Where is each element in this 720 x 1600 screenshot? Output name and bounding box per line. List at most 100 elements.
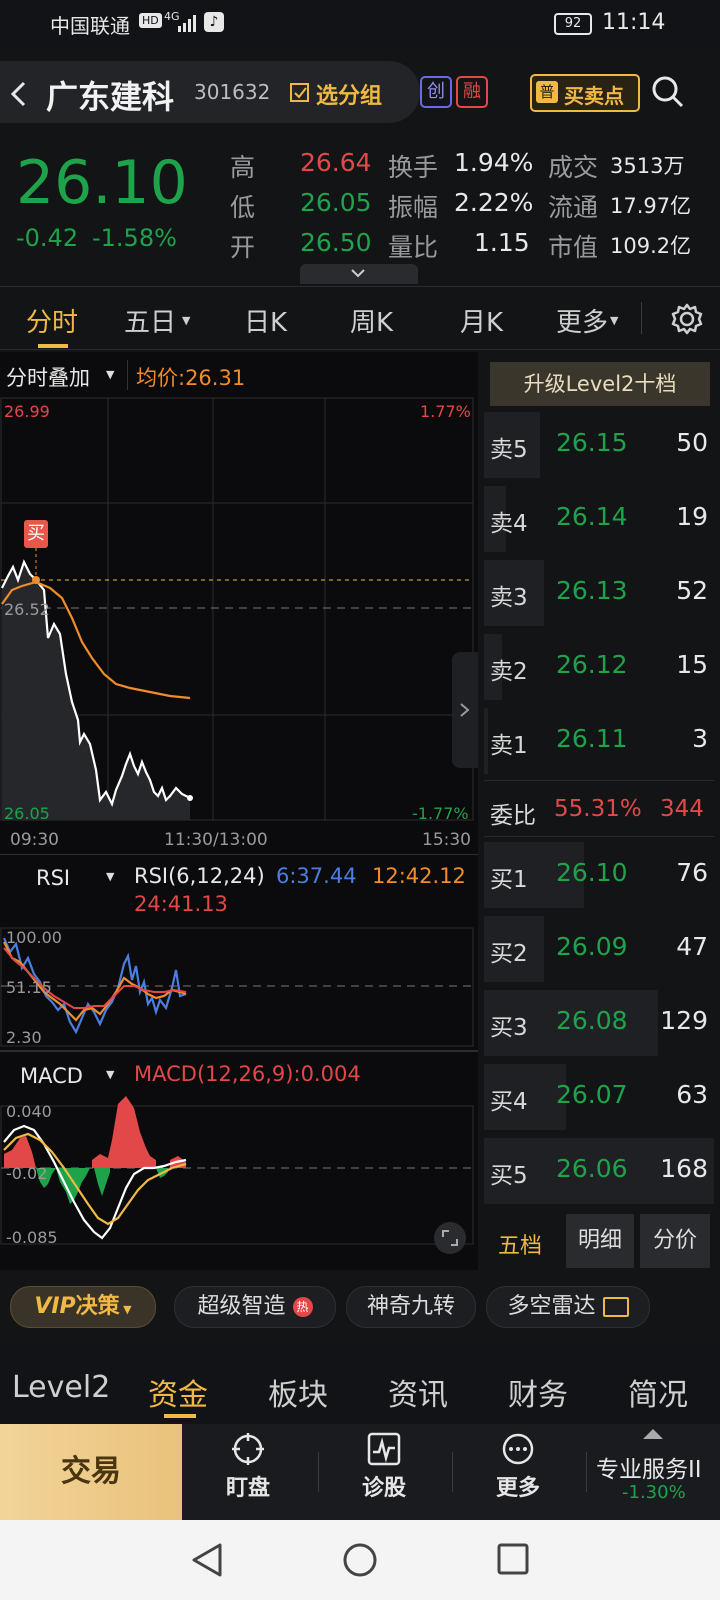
- buy-marker[interactable]: 买: [24, 520, 48, 548]
- tab-month-k[interactable]: 月K: [460, 302, 503, 339]
- open-value: 26.50: [300, 228, 372, 257]
- macd-y-mid: -0.02: [6, 1164, 48, 1183]
- hot-icon: 热: [292, 1297, 313, 1317]
- sell-row-1: 卖1 26.11 3: [484, 708, 714, 774]
- more-button[interactable]: 更多: [482, 1432, 554, 1502]
- caret-down-icon: ▼: [106, 368, 115, 381]
- stock-header: 广东建科 301632 选分组 创 融 普 买卖点: [0, 56, 720, 128]
- divider: [484, 836, 714, 837]
- mktcap-label: 市值: [548, 233, 599, 262]
- deal-value: 3513万: [610, 154, 685, 178]
- vol-ratio-label: 量比: [388, 233, 439, 262]
- mktcap-value: 109.2亿: [610, 234, 692, 258]
- trade-button[interactable]: 交易: [0, 1424, 182, 1520]
- y-top-label: 26.99: [4, 402, 50, 421]
- rsi-y-mid: 51.15: [6, 978, 52, 997]
- decision-label: 决策: [75, 1294, 120, 1319]
- watch-label: 盯盘: [225, 1476, 270, 1501]
- buy-sell-point-button[interactable]: 普 买卖点: [530, 74, 640, 112]
- sell-price: 26.11: [556, 724, 628, 753]
- tab-level2[interactable]: Level2: [12, 1370, 110, 1405]
- buy-row-3: 买3 26.08 129: [484, 990, 714, 1056]
- open-label: 开: [230, 233, 256, 262]
- select-group-button[interactable]: 选分组: [316, 78, 382, 110]
- divider: [0, 1050, 478, 1052]
- order-ratio-pct: 55.31%: [554, 796, 642, 822]
- sell-volume: 19: [676, 502, 708, 531]
- pro-service-change: -1.30%: [622, 1482, 686, 1503]
- bull-bear-radar-chip[interactable]: 多空雷达: [486, 1286, 650, 1328]
- float-value: 17.97亿: [610, 194, 692, 218]
- tab-week-k[interactable]: 周K: [350, 302, 393, 339]
- current-price: 26.10: [16, 148, 188, 218]
- order-ratio-label: 委比: [490, 803, 536, 829]
- tab-sector[interactable]: 板块: [268, 1370, 328, 1414]
- settings-gear-icon[interactable]: [670, 302, 704, 336]
- period-tabs: 分时 五日 ▼ 日K 周K 月K 更多 ▼: [0, 286, 720, 350]
- fullscreen-button[interactable]: [434, 1222, 466, 1254]
- feature-chips: VIP决策 ▼ 超级智造 热 神奇九转 多空雷达: [0, 1272, 720, 1342]
- rsi-params: RSI(6,12,24): [134, 864, 265, 888]
- rsi-y-top: 100.00: [6, 928, 62, 947]
- tab-five-levels[interactable]: 五档: [498, 1228, 542, 1260]
- price-change-pct: -1.58%: [92, 224, 177, 252]
- tab-finance[interactable]: 财务: [508, 1370, 568, 1414]
- home-circle-icon[interactable]: [342, 1542, 378, 1578]
- rsi6-value: 6:37.44: [276, 864, 357, 888]
- tab-news[interactable]: 资讯: [388, 1370, 448, 1414]
- buy-label: 买5: [490, 1163, 528, 1189]
- back-triangle-icon[interactable]: [190, 1542, 224, 1578]
- radar-screen-icon: [602, 1297, 629, 1317]
- buy-row-1: 买1 26.10 76: [484, 842, 714, 908]
- sell-row-2: 卖2 26.12 15: [484, 634, 714, 700]
- sell-volume: 52: [676, 576, 708, 605]
- super-manufacturing-chip[interactable]: 超级智造 热: [174, 1286, 336, 1328]
- sell-label: 卖5: [490, 437, 528, 463]
- upgrade-level2-button[interactable]: 升级Level2十档: [490, 362, 710, 406]
- tab-profile[interactable]: 简况: [628, 1370, 688, 1414]
- y-mid-label: 26.52: [4, 600, 50, 619]
- tab-day-k[interactable]: 日K: [244, 302, 287, 339]
- carrier-label: 中国联通: [50, 14, 130, 38]
- buy-label: 买2: [490, 941, 528, 967]
- caret-down-icon: ▼: [610, 314, 619, 327]
- buy-sell-label: 买卖点: [564, 84, 624, 108]
- low-label: 低: [230, 193, 256, 222]
- last-price-dot: [187, 795, 193, 801]
- buy-label: 买1: [490, 867, 528, 893]
- tab-intraday[interactable]: 分时: [26, 302, 78, 339]
- orderbook-toggle-handle[interactable]: [452, 652, 478, 768]
- amplitude-value: 2.22%: [454, 188, 534, 217]
- divider: [318, 1452, 319, 1492]
- buy-price: 26.08: [556, 1006, 628, 1035]
- avg-price-label: 均价:26.31: [136, 366, 246, 390]
- overlay-dropdown[interactable]: 分时叠加: [6, 362, 90, 392]
- buy-row-2: 买2 26.09 47: [484, 916, 714, 982]
- pro-service-label[interactable]: 专业服务II: [596, 1450, 702, 1484]
- macd-indicator-dropdown[interactable]: MACD: [20, 1064, 83, 1088]
- divider: [0, 854, 478, 855]
- tab-capital[interactable]: 资金: [148, 1370, 208, 1414]
- price-change: -0.42: [16, 224, 79, 252]
- tab-price-distribution[interactable]: 分价: [640, 1214, 710, 1268]
- recents-square-icon[interactable]: [496, 1542, 530, 1576]
- rsi-indicator-dropdown[interactable]: RSI: [36, 866, 70, 890]
- chevron-right-icon: [460, 703, 470, 717]
- buy-row-5: 买5 26.06 168: [484, 1138, 714, 1204]
- tab-five-day[interactable]: 五日: [124, 302, 176, 339]
- search-icon[interactable]: [650, 74, 686, 110]
- magic-nine-chip[interactable]: 神奇九转: [346, 1286, 476, 1328]
- chevron-left-icon[interactable]: [8, 80, 30, 108]
- tab-more[interactable]: 更多: [556, 302, 608, 339]
- vip-label: VIP: [34, 1294, 76, 1319]
- more-dots-icon: [502, 1433, 534, 1465]
- vip-decision-button[interactable]: VIP决策 ▼: [10, 1286, 156, 1328]
- expand-quote-button[interactable]: [300, 264, 418, 284]
- watch-button[interactable]: 盯盘: [212, 1432, 284, 1502]
- stock-name: 广东建科: [46, 78, 175, 116]
- buy-price: 26.06: [556, 1154, 628, 1183]
- buy-price: 26.07: [556, 1080, 628, 1109]
- diagnose-button[interactable]: 诊股: [348, 1432, 420, 1502]
- macd-y-top: 0.040: [6, 1102, 52, 1121]
- tab-detail[interactable]: 明细: [566, 1214, 634, 1268]
